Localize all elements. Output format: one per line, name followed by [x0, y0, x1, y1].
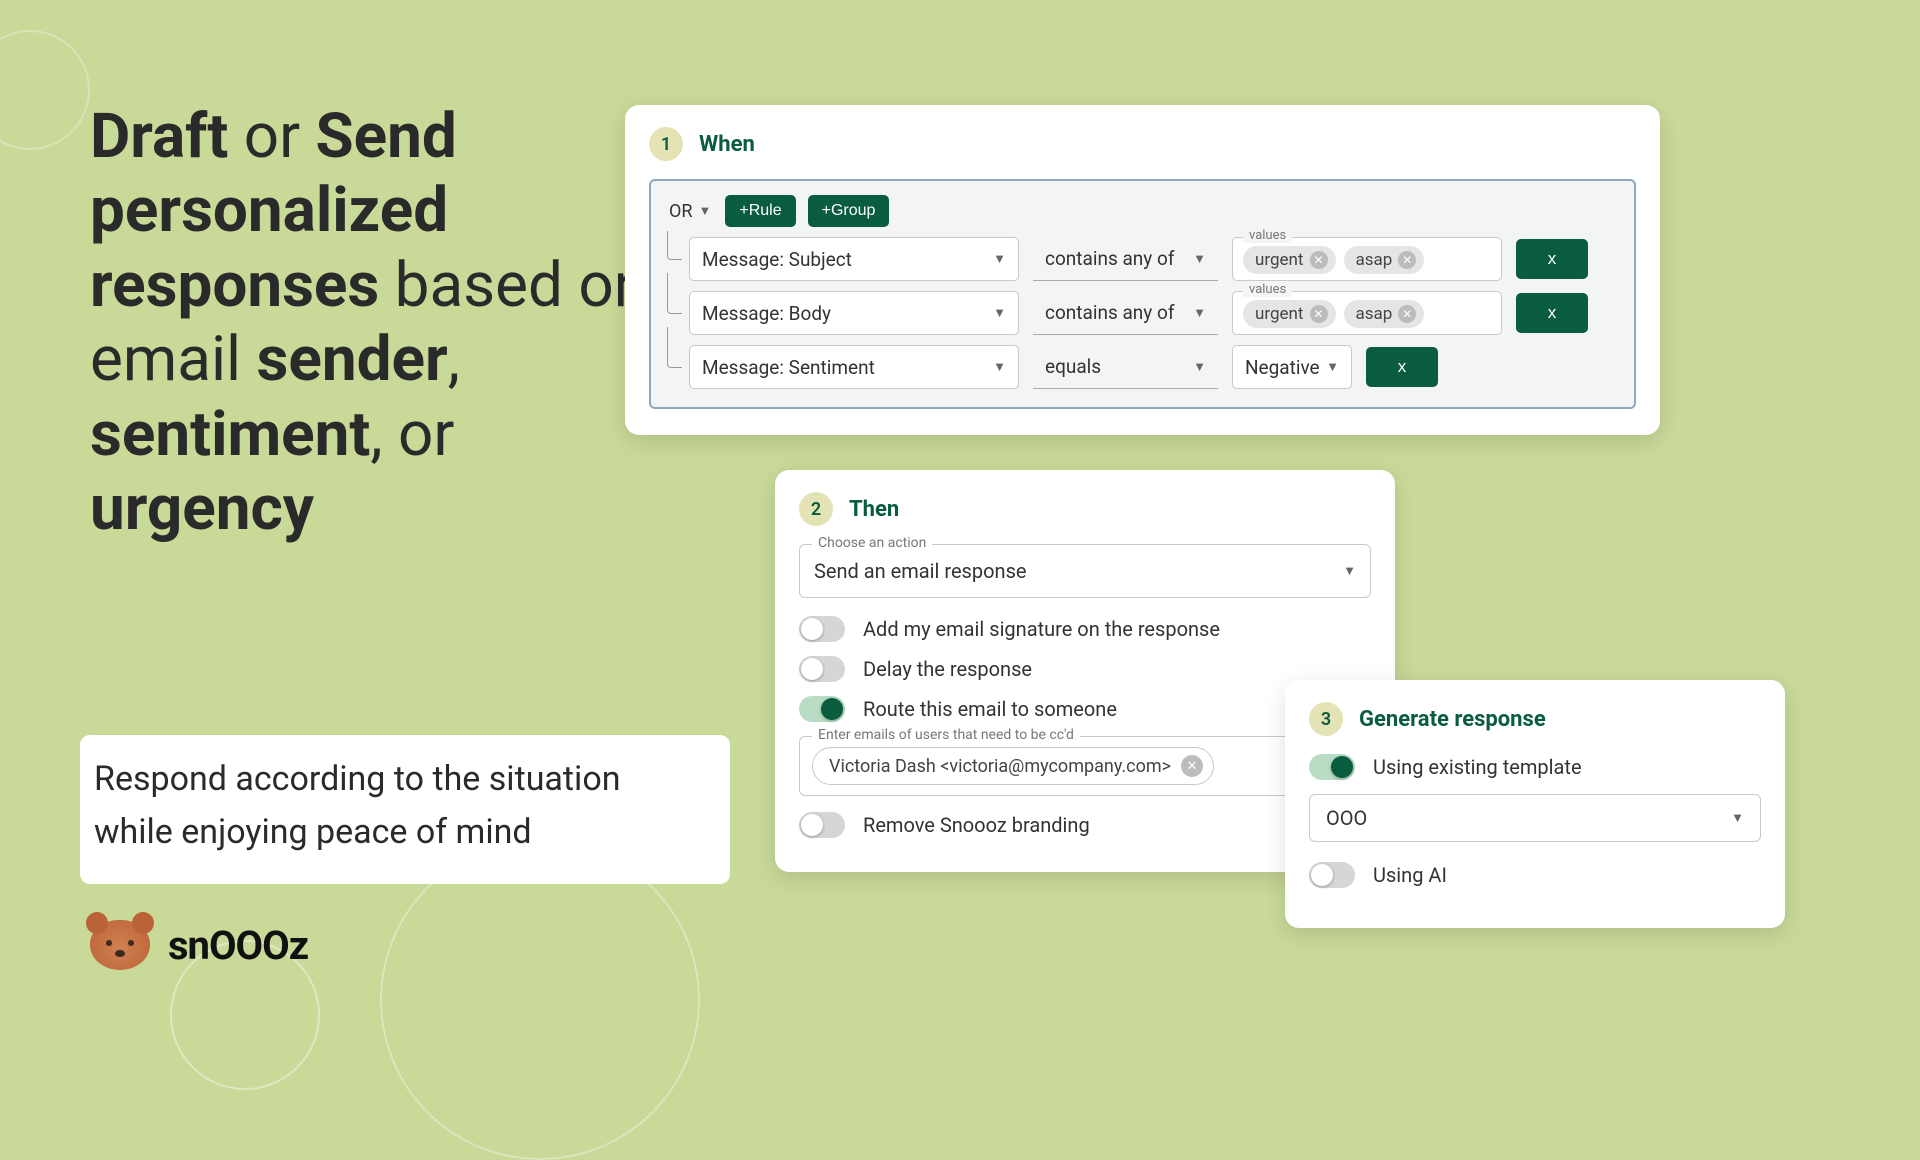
headline-bold-draft: Draft: [90, 100, 228, 173]
rule-row: Message: Subject▼ contains any of▼ value…: [689, 237, 1618, 281]
chevron-down-icon: ▼: [993, 305, 1006, 321]
rule-row: Message: Body▼ contains any of▼ values u…: [689, 291, 1618, 335]
bg-deco-circle: [380, 840, 700, 1160]
rule-field-select[interactable]: Message: Subject▼: [689, 237, 1019, 281]
remove-chip-icon[interactable]: ✕: [1398, 251, 1416, 269]
toggle-use-template[interactable]: [1309, 754, 1355, 780]
delete-rule-button[interactable]: x: [1516, 293, 1588, 333]
chevron-down-icon: ▼: [993, 359, 1006, 375]
value-chip: asap✕: [1344, 246, 1425, 274]
value-chip: asap✕: [1344, 300, 1425, 328]
toggle-delay[interactable]: [799, 656, 845, 682]
rule-operator-select[interactable]: contains any of▼: [1033, 291, 1218, 335]
toggle-ai-row: Using AI: [1309, 862, 1761, 888]
rule-values-input[interactable]: values urgent✕ asap✕: [1232, 291, 1502, 335]
toggle-template-row: Using existing template: [1309, 754, 1761, 780]
when-card: 1 When OR ▼ +Rule +Group Message: Subjec…: [625, 105, 1660, 435]
rule-operator-select[interactable]: contains any of▼: [1033, 237, 1218, 281]
when-title: When: [699, 132, 755, 157]
brand-logo: snOOOz: [90, 920, 308, 970]
chevron-down-icon: ▼: [698, 203, 711, 219]
subhead: Respond according to the situation while…: [80, 735, 730, 884]
headline-bold-urgency: urgency: [90, 472, 314, 545]
bg-deco-circle: [0, 30, 90, 150]
step-badge-2: 2: [799, 492, 833, 526]
add-group-button[interactable]: +Group: [808, 195, 890, 227]
logic-operator-select[interactable]: OR ▼: [667, 197, 713, 226]
rule-panel: OR ▼ +Rule +Group Message: Subject▼ cont…: [649, 179, 1636, 409]
rule-row: Message: Sentiment▼ equals▼ Negative▼ x: [689, 345, 1618, 389]
remove-chip-icon[interactable]: ✕: [1398, 305, 1416, 323]
value-chip: urgent✕: [1243, 246, 1336, 274]
rule-value-select[interactable]: Negative▼: [1232, 345, 1352, 389]
add-rule-button[interactable]: +Rule: [725, 195, 795, 227]
toggle-route[interactable]: [799, 696, 845, 722]
action-select[interactable]: Send an email response ▼: [814, 559, 1356, 583]
generate-title: Generate response: [1359, 707, 1546, 732]
chevron-down-icon: ▼: [993, 251, 1006, 267]
toggle-signature-row: Add my email signature on the response: [799, 616, 1371, 642]
chevron-down-icon: ▼: [1193, 305, 1206, 321]
then-title: Then: [849, 497, 899, 522]
headline-bold-sender: sender: [257, 323, 448, 396]
rule-values-input[interactable]: values urgent✕ asap✕: [1232, 237, 1502, 281]
remove-chip-icon[interactable]: ✕: [1310, 305, 1328, 323]
chevron-down-icon: ▼: [1193, 359, 1206, 375]
remove-chip-icon[interactable]: ✕: [1181, 755, 1203, 777]
chevron-down-icon: ▼: [1343, 563, 1356, 579]
chevron-down-icon: ▼: [1193, 251, 1206, 267]
toggle-signature[interactable]: [799, 616, 845, 642]
chevron-down-icon: ▼: [1326, 359, 1339, 375]
delete-rule-button[interactable]: x: [1366, 347, 1438, 387]
toggle-branding[interactable]: [799, 812, 845, 838]
toggle-delay-row: Delay the response: [799, 656, 1371, 682]
brand-wordmark: snOOOz: [168, 922, 308, 969]
step-badge-1: 1: [649, 127, 683, 161]
rule-field-select[interactable]: Message: Sentiment▼: [689, 345, 1019, 389]
bear-icon: [90, 920, 150, 970]
headline-bold-sentiment: sentiment: [90, 398, 370, 471]
rule-operator-select[interactable]: equals▼: [1033, 345, 1218, 389]
cc-chip: Victoria Dash <victoria@mycompany.com> ✕: [812, 747, 1214, 785]
remove-chip-icon[interactable]: ✕: [1310, 251, 1328, 269]
toggle-use-ai[interactable]: [1309, 862, 1355, 888]
action-select-wrap: Choose an action Send an email response …: [799, 544, 1371, 598]
delete-rule-button[interactable]: x: [1516, 239, 1588, 279]
headline: Draft or Send personalized responses bas…: [90, 100, 680, 546]
value-chip: urgent✕: [1243, 300, 1336, 328]
chevron-down-icon: ▼: [1731, 810, 1744, 826]
generate-card: 3 Generate response Using existing templ…: [1285, 680, 1785, 928]
template-select[interactable]: OOO ▼: [1309, 794, 1761, 842]
step-badge-3: 3: [1309, 702, 1343, 736]
rule-field-select[interactable]: Message: Body▼: [689, 291, 1019, 335]
